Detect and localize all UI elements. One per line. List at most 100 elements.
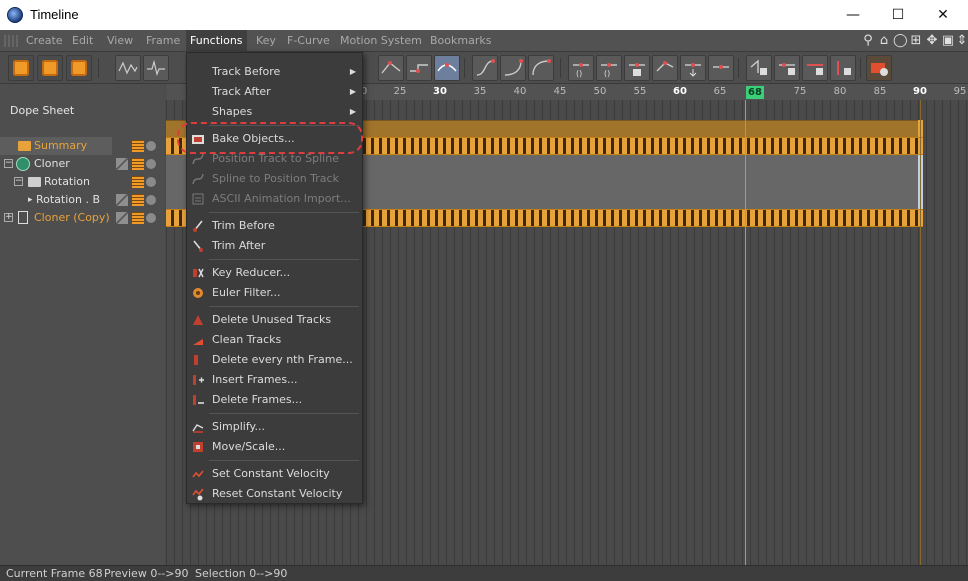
track-key-icon[interactable] xyxy=(132,158,144,170)
minimize-icon[interactable]: — xyxy=(830,0,876,30)
track-key-icon[interactable] xyxy=(132,176,144,188)
menu-item-track-before[interactable]: Track Before ▶ xyxy=(187,62,362,82)
linear-interp-icon[interactable] xyxy=(378,55,404,81)
tangent-auto-icon[interactable]: () xyxy=(596,55,622,81)
ruler-tick: 45 xyxy=(553,86,567,97)
solo-dot-icon[interactable] xyxy=(146,141,156,151)
grip-icon[interactable] xyxy=(4,35,18,47)
solo-dot-icon[interactable] xyxy=(146,213,156,223)
lock-value-icon[interactable] xyxy=(774,55,800,81)
close-icon[interactable]: ✕ xyxy=(920,0,966,30)
ease-in-icon[interactable] xyxy=(500,55,526,81)
move-scale-icon xyxy=(193,442,203,452)
ruler-tick: 50 xyxy=(593,86,607,97)
lock-tangent-icon[interactable] xyxy=(802,55,828,81)
menu-item-spline-to-position-track[interactable]: Spline to Position Track xyxy=(187,169,362,189)
search-icon[interactable]: ⚲ xyxy=(861,33,875,48)
fcurve-mode-icon[interactable] xyxy=(37,55,63,81)
current-frame-marker[interactable]: 68 xyxy=(746,86,764,99)
menu-item-reset-constant-velocity[interactable]: Reset Constant Velocity xyxy=(187,484,362,504)
track-key-icon[interactable] xyxy=(132,194,144,206)
menu-item-label: Spline to Position Track xyxy=(212,172,339,185)
menu-item-key-reducer[interactable]: Key Reducer... xyxy=(187,263,362,283)
menu-item-label: Key Reducer... xyxy=(212,266,291,279)
toolbar-separator xyxy=(464,58,465,78)
track-key-icon[interactable] xyxy=(132,140,144,152)
clean-icon xyxy=(193,339,203,345)
ease-out-icon[interactable] xyxy=(528,55,554,81)
menu-functions[interactable]: Functions xyxy=(186,30,247,52)
plus-icon[interactable]: ⊞ xyxy=(909,33,923,48)
menu-create[interactable]: Create xyxy=(22,30,67,52)
menu-item-insert-frames[interactable]: Insert Frames... xyxy=(187,370,362,390)
tangent-lock-icon[interactable] xyxy=(624,55,650,81)
layout-icon[interactable]: ▣ xyxy=(941,33,955,48)
menu-item-trim-after[interactable]: Trim After xyxy=(187,236,362,256)
menu-separator xyxy=(209,413,359,414)
menu-item-label: Delete Frames... xyxy=(212,393,303,406)
menu-item-euler-filter[interactable]: Euler Filter... xyxy=(187,283,362,303)
home-icon[interactable]: ⌂ xyxy=(877,33,891,48)
layer-icon[interactable] xyxy=(116,194,128,206)
playhead-line[interactable] xyxy=(745,100,746,565)
menu-view[interactable]: View xyxy=(103,30,137,52)
step-interp-icon[interactable] xyxy=(406,55,432,81)
expand-icon[interactable]: + xyxy=(4,213,13,222)
ruler-tick: 80 xyxy=(833,86,847,97)
delete-frames-icon xyxy=(193,395,204,405)
bake-tool-icon[interactable] xyxy=(866,55,892,81)
solo-dot-icon[interactable] xyxy=(146,195,156,205)
menu-item-set-constant-velocity[interactable]: Set Constant Velocity xyxy=(187,464,362,484)
track-key-icon[interactable] xyxy=(132,212,144,224)
menu-item-simplify[interactable]: Simplify... xyxy=(187,417,362,437)
spline-interp-icon[interactable] xyxy=(434,55,460,81)
tangent-down-icon[interactable] xyxy=(680,55,706,81)
simplify-icon xyxy=(192,424,204,433)
solo-dot-icon[interactable] xyxy=(146,159,156,169)
menu-item-move-scale[interactable]: Move/Scale... xyxy=(187,437,362,457)
tangent-zero-icon[interactable]: () xyxy=(568,55,594,81)
menu-frame[interactable]: Frame xyxy=(142,30,184,52)
toolbar: () () xyxy=(0,52,968,84)
menu-item-delete-nth-frame[interactable]: Delete every nth Frame... xyxy=(187,350,362,370)
menu-motion-system[interactable]: Motion System xyxy=(336,30,426,52)
link-icon[interactable]: ◯ xyxy=(893,33,908,48)
menu-item-label: Reset Constant Velocity xyxy=(212,487,343,500)
motion-mode-icon[interactable] xyxy=(66,55,92,81)
wave-icon[interactable] xyxy=(115,55,141,81)
tangent-break-icon[interactable] xyxy=(652,55,678,81)
menu-key[interactable]: Key xyxy=(252,30,280,52)
menu-item-shapes[interactable]: Shapes ▶ xyxy=(187,102,362,122)
collapse-icon[interactable]: − xyxy=(14,177,23,186)
menu-item-track-after[interactable]: Track After ▶ xyxy=(187,82,362,102)
layer-icon[interactable] xyxy=(116,158,128,170)
menu-item-label: Trim Before xyxy=(212,219,275,232)
move-icon[interactable]: ✥ xyxy=(925,33,939,48)
lock-length-icon[interactable] xyxy=(830,55,856,81)
menu-edit[interactable]: Edit xyxy=(68,30,97,52)
menu-separator xyxy=(209,259,359,260)
maximize-icon[interactable]: ☐ xyxy=(875,0,921,30)
tangent-flat-icon[interactable] xyxy=(708,55,734,81)
menu-item-delete-unused-tracks[interactable]: Delete Unused Tracks xyxy=(187,310,362,330)
solo-dot-icon[interactable] xyxy=(146,177,156,187)
menu-bookmarks[interactable]: Bookmarks xyxy=(426,30,495,52)
title-bar: Timeline — ☐ ✕ xyxy=(0,0,968,30)
lock-time-icon[interactable] xyxy=(746,55,772,81)
arrows-icon[interactable]: ⇕ xyxy=(955,33,968,48)
menu-item-trim-before[interactable]: Trim Before xyxy=(187,216,362,236)
record-key-icon[interactable] xyxy=(8,55,34,81)
menu-item-ascii-import[interactable]: ASCII Animation Import... xyxy=(187,189,362,209)
expand-arrow-icon[interactable]: ▸ xyxy=(28,191,33,209)
collapse-icon[interactable]: − xyxy=(4,159,13,168)
delete-tracks-icon xyxy=(193,315,203,325)
toolbar-separator xyxy=(98,58,99,78)
pulse-icon[interactable] xyxy=(143,55,169,81)
menu-item-delete-frames[interactable]: Delete Frames... xyxy=(187,390,362,410)
tree-label-rotation: Rotation xyxy=(44,175,91,188)
menu-item-clean-tracks[interactable]: Clean Tracks xyxy=(187,330,362,350)
menu-fcurve[interactable]: F-Curve xyxy=(283,30,334,52)
layer-icon[interactable] xyxy=(116,212,128,224)
null-object-icon xyxy=(18,211,28,224)
ease-in-out-icon[interactable] xyxy=(472,55,498,81)
